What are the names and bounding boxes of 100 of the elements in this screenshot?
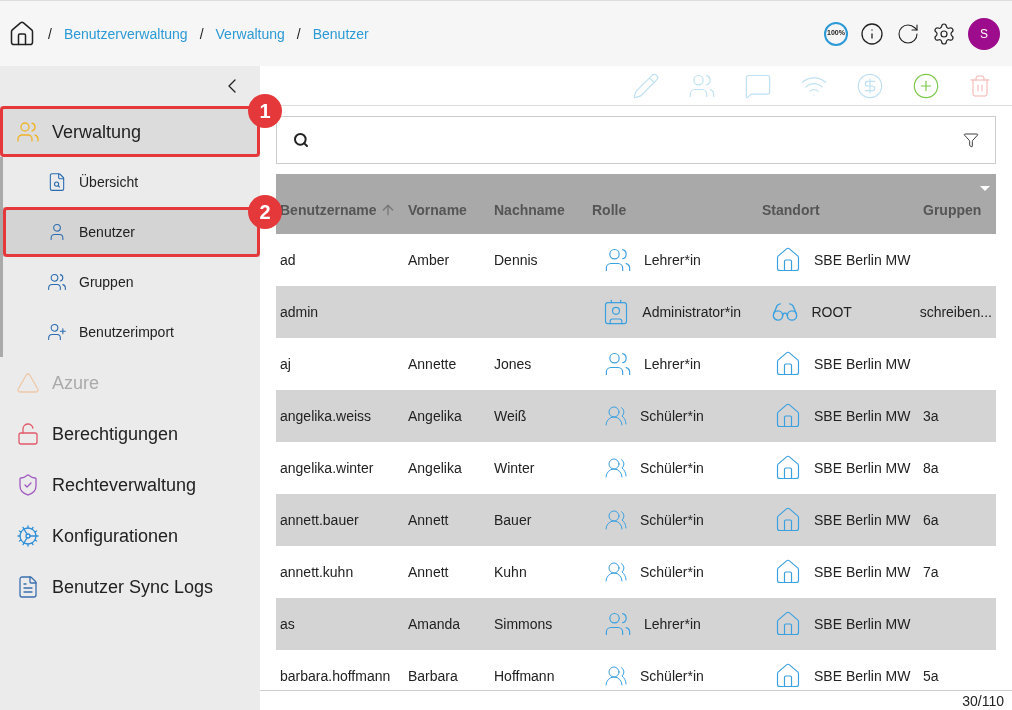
table-cell-text: SBE Berlin MW <box>814 459 911 478</box>
table-cell: as <box>280 616 295 632</box>
callout-number: 1 <box>248 94 282 128</box>
table-cell: Winter <box>494 460 535 476</box>
table-cell-text: SBE Berlin MW <box>814 563 911 582</box>
table-cell-text: Lehrer*in <box>644 355 701 374</box>
search-icon <box>293 132 309 148</box>
table-cell-text: Schüler*in <box>640 667 704 686</box>
info-icon[interactable] <box>860 21 884 46</box>
triangle-icon <box>16 370 40 395</box>
table-cell: angelika.winter <box>280 460 374 476</box>
table-cell: Dennis <box>494 252 538 268</box>
delete-icon[interactable] <box>968 73 992 98</box>
unlocked-padlock-icon <box>16 421 40 446</box>
table-cell-text: Schüler*in <box>640 407 704 426</box>
sidebar-item[interactable]: Rechteverwaltung <box>0 459 260 510</box>
table-cell: Jones <box>494 356 532 372</box>
table-cell: Annette <box>408 356 457 372</box>
pagination-count: 30/110 <box>962 691 1004 710</box>
table-cell: Annett <box>408 564 449 580</box>
table-cell: Angelika <box>408 408 462 424</box>
sidebar-item[interactable]: Berechtigungen <box>0 408 260 459</box>
table-cell: Weiß <box>494 408 527 424</box>
dropdown-caret-icon[interactable] <box>980 186 990 191</box>
people-icon <box>604 246 632 274</box>
table-cell: 7a <box>923 564 939 580</box>
people-icon <box>604 508 628 532</box>
table-cell-text: Schüler*in <box>640 563 704 582</box>
people-icon <box>604 404 628 428</box>
house-icon <box>774 350 802 378</box>
sidebar-label: Azure <box>52 371 100 395</box>
table-row[interactable]: as Amanda Simmons Lehrer*in SBE Berlin MW <box>276 598 996 650</box>
user-avatar[interactable]: S <box>968 17 1000 50</box>
people-icon <box>604 456 628 480</box>
table-cell: Amber <box>408 252 450 268</box>
house-icon <box>774 610 802 638</box>
sidebar-subitem[interactable]: Gruppen <box>3 257 260 307</box>
house-icon <box>774 402 802 430</box>
table-cell: 3a <box>923 408 939 424</box>
sidebar-label: Gruppen <box>79 273 134 292</box>
table-cell: Kuhn <box>494 564 527 580</box>
table-cell-text: SBE Berlin MW <box>814 355 911 374</box>
table-cell: 6a <box>923 512 939 528</box>
table-cell: ad <box>280 252 296 268</box>
breadcrumb-separator: / <box>199 24 204 44</box>
table-row[interactable]: angelika.weiss Angelika Weiß Schüler*in SBE Berlin MW 3a <box>276 390 996 442</box>
table-cell: 8a <box>923 460 939 476</box>
settings-icon[interactable] <box>932 21 956 46</box>
table-cell-text: SBE Berlin MW <box>814 407 911 426</box>
house-icon <box>774 246 802 274</box>
refresh-icon[interactable] <box>896 21 920 46</box>
home-icon[interactable] <box>8 19 36 48</box>
table-cell-text: Lehrer*in <box>644 615 701 634</box>
breadcrumb-separator: / <box>296 24 301 44</box>
sidebar-label: Benutzer Sync Logs <box>52 575 214 599</box>
sidebar-item[interactable]: Benutzer Sync Logs <box>0 561 260 612</box>
people-icon <box>604 350 632 378</box>
table-cell: barbara.hoffmann <box>280 668 391 684</box>
group-icon <box>47 272 67 292</box>
add-icon[interactable] <box>912 71 940 100</box>
house-icon <box>774 558 802 586</box>
people-icon <box>604 560 628 584</box>
shield-icon <box>16 472 40 497</box>
table-cell-text: Lehrer*in <box>644 251 701 270</box>
people-icon <box>604 610 632 638</box>
table-cell: Hoffmann <box>494 668 555 684</box>
table-cell: Annett <box>408 512 449 528</box>
table-cell-text: SBE Berlin MW <box>814 511 911 530</box>
table-cell-text: SBE Berlin MW <box>814 615 911 634</box>
sidebar-label: Übersicht <box>79 173 139 192</box>
table-cell: Barbara <box>408 668 458 684</box>
house-icon <box>774 506 802 534</box>
sidebar-item[interactable]: Konfigurationen <box>0 510 260 561</box>
table-cell: Angelika <box>408 460 462 476</box>
table-cell: Simmons <box>494 616 553 632</box>
table-cell-text: Schüler*in <box>640 511 704 530</box>
table-cell: 5a <box>923 668 939 684</box>
sidebar-subitem[interactable]: Benutzerimport <box>3 307 260 357</box>
pencil-icon[interactable] <box>632 71 660 100</box>
table-row[interactable]: admin Administrator*in ROOT schreiben... <box>276 286 996 338</box>
document-search-icon <box>47 172 67 192</box>
house-icon <box>774 454 802 482</box>
table-row[interactable]: annett.bauer Annett Bauer Schüler*in SBE Berlin MW 6a <box>276 494 996 546</box>
sidebar-label: Berechtigungen <box>52 422 179 446</box>
sidebar-label: Konfigurationen <box>52 524 179 548</box>
person-plus-icon <box>47 322 67 342</box>
table-cell: annett.bauer <box>280 512 359 528</box>
people-icon <box>16 119 40 144</box>
filter-icon[interactable] <box>963 132 979 148</box>
sidebar-label: Rechteverwaltung <box>52 473 197 497</box>
table-cell-text: Schüler*in <box>640 459 704 478</box>
people-icon <box>604 664 628 688</box>
sidebar-label: Verwaltung <box>52 120 142 144</box>
sidebar-label: Benutzer <box>79 223 136 242</box>
table-cell: schreiben... <box>919 304 992 320</box>
table-cell: angelika.weiss <box>280 408 372 424</box>
breadcrumb-separator: / <box>48 24 52 44</box>
table-cell-text: ROOT <box>811 303 852 322</box>
search-field[interactable] <box>276 116 996 164</box>
table-cell-text: SBE Berlin MW <box>814 667 911 686</box>
